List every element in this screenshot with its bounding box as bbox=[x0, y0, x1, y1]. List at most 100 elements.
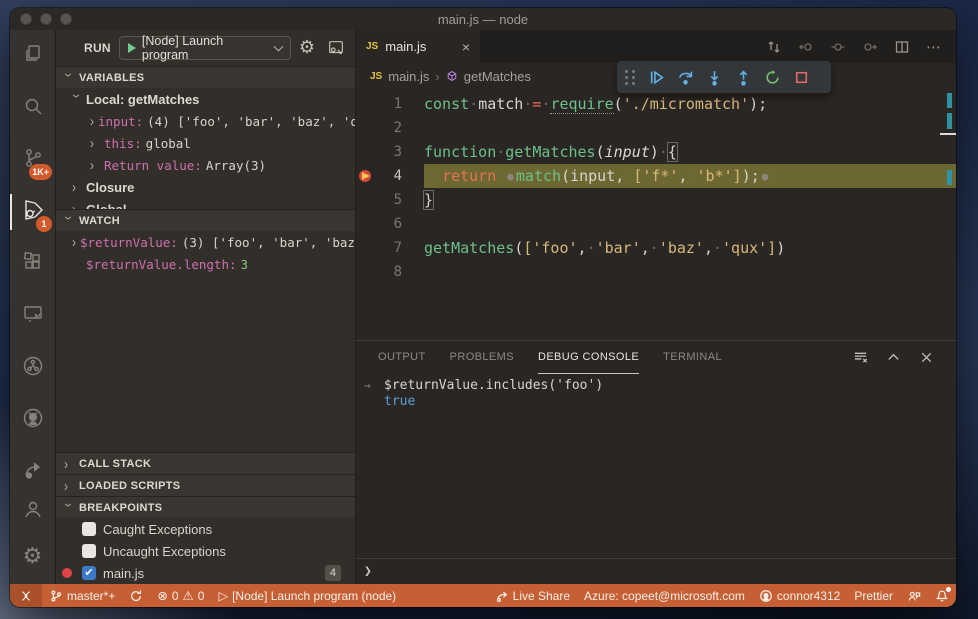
chevron-down-icon bbox=[273, 41, 284, 51]
watch-title: WATCH bbox=[79, 214, 121, 227]
activity-accounts[interactable] bbox=[10, 488, 55, 534]
more-actions-icon[interactable]: ⋯ bbox=[926, 38, 942, 56]
restart-button[interactable] bbox=[758, 63, 787, 91]
step-over-button[interactable] bbox=[671, 63, 700, 91]
console-expression-row: → $returnValue.includes('foo') bbox=[364, 378, 604, 393]
scope-global-row[interactable]: › Global bbox=[56, 198, 355, 209]
step-out-button[interactable] bbox=[729, 63, 758, 91]
chevron-expanded-icon: › bbox=[60, 502, 78, 507]
remote-indicator[interactable] bbox=[10, 584, 42, 607]
glyph-margin[interactable] bbox=[356, 188, 376, 212]
split-editor-icon[interactable] bbox=[894, 39, 910, 55]
overview-ruler[interactable] bbox=[940, 89, 956, 340]
tab-mainjs[interactable]: JS main.js × bbox=[356, 30, 480, 63]
activity-source-control[interactable]: 1K+ bbox=[10, 134, 55, 186]
checkbox-unchecked[interactable] bbox=[82, 544, 96, 558]
watch-row-returnvalue-length[interactable]: $returnValue.length: 3 bbox=[56, 253, 355, 275]
loaded-scripts-section-header[interactable]: › LOADED SCRIPTS bbox=[56, 474, 355, 496]
code-line-4[interactable]: 4 ··return· ● match(input,·['f*',·'b*']); ● bbox=[356, 164, 956, 188]
glyph-margin[interactable] bbox=[356, 140, 376, 164]
configure-launch-gear-icon[interactable]: ⚙ bbox=[299, 39, 315, 57]
tab-terminal[interactable]: TERMINAL bbox=[663, 341, 722, 374]
step-forward-icon[interactable] bbox=[862, 39, 878, 55]
toolbar-drag-handle[interactable] bbox=[621, 69, 642, 85]
maximize-panel-icon[interactable] bbox=[886, 350, 901, 365]
prettier-status[interactable]: Prettier bbox=[847, 584, 900, 607]
live-share-status[interactable]: Live Share bbox=[488, 584, 577, 607]
activity-explorer[interactable] bbox=[10, 30, 55, 82]
activity-azure[interactable] bbox=[10, 342, 55, 394]
scope-local-row[interactable]: › Local: getMatches bbox=[56, 88, 355, 110]
azure-account-status[interactable]: Azure: copeet@microsoft.com bbox=[577, 584, 752, 607]
glyph-margin[interactable] bbox=[356, 212, 376, 236]
breakpoint-mainjs[interactable]: main.js 4 bbox=[56, 562, 355, 584]
scope-closure-row[interactable]: › Closure bbox=[56, 176, 355, 198]
glyph-margin[interactable] bbox=[356, 260, 376, 284]
activity-search[interactable] bbox=[10, 82, 55, 134]
chevron-collapsed-icon: › bbox=[64, 455, 69, 472]
tab-problems[interactable]: PROBLEMS bbox=[450, 341, 514, 374]
clear-console-icon[interactable] bbox=[853, 350, 868, 365]
problems-status[interactable]: ⊗ 0 ⚠ 0 bbox=[150, 584, 211, 607]
breakpoints-section-header[interactable]: › BREAKPOINTS bbox=[56, 496, 355, 518]
sync-status[interactable] bbox=[122, 584, 150, 607]
activity-run-and-debug[interactable]: 1 bbox=[10, 186, 55, 238]
watch-row-returnvalue[interactable]: › $returnValue: (3) ['foo', 'bar', 'baz'… bbox=[56, 231, 355, 253]
activity-github[interactable] bbox=[10, 394, 55, 446]
console-result-row: true bbox=[384, 394, 416, 409]
stop-button[interactable] bbox=[787, 63, 816, 91]
code-line-6[interactable]: 6 bbox=[356, 212, 956, 236]
checkbox-checked[interactable] bbox=[82, 566, 96, 580]
breakpoint-uncaught-exceptions[interactable]: Uncaught Exceptions bbox=[56, 540, 355, 562]
continue-button[interactable] bbox=[642, 63, 671, 91]
code-line-2[interactable]: 2 bbox=[356, 116, 956, 140]
tab-output[interactable]: OUTPUT bbox=[378, 341, 426, 374]
error-icon: ⊗ bbox=[157, 588, 168, 603]
source-control-badge: 1K+ bbox=[29, 164, 52, 180]
tab-debug-console[interactable]: DEBUG CONSOLE bbox=[537, 341, 640, 374]
checkbox-unchecked[interactable] bbox=[82, 522, 96, 536]
open-debug-console-icon[interactable] bbox=[327, 39, 345, 57]
code-line-8[interactable]: 8 bbox=[356, 260, 956, 284]
step-back-icon[interactable] bbox=[798, 39, 814, 55]
glyph-margin[interactable] bbox=[356, 92, 376, 116]
call-stack-section-header[interactable]: › CALL STACK bbox=[56, 452, 355, 474]
breakpoint-current-line-icon[interactable] bbox=[356, 164, 376, 188]
notifications-status[interactable] bbox=[928, 584, 956, 607]
debug-target-status[interactable]: ▷ [Node] Launch program (node) bbox=[211, 584, 403, 607]
variable-row-input[interactable]: › input: (4) ['foo', 'bar', 'baz', 'qux'… bbox=[56, 110, 355, 132]
close-panel-icon[interactable] bbox=[919, 350, 934, 365]
breakpoint-caught-exceptions[interactable]: Caught Exceptions bbox=[56, 518, 355, 540]
variable-row-this[interactable]: › this: global bbox=[56, 132, 355, 154]
breakpoints-title: BREAKPOINTS bbox=[79, 501, 163, 514]
close-tab-icon[interactable]: × bbox=[462, 39, 470, 55]
debug-toolbar bbox=[616, 60, 832, 94]
reverse-continue-icon[interactable] bbox=[830, 39, 846, 55]
chevron-expanded-icon: › bbox=[68, 94, 86, 98]
watch-section-header[interactable]: › WATCH bbox=[56, 209, 355, 231]
variable-row-return-value[interactable]: › Return value: Array(3) bbox=[56, 154, 355, 176]
code-text: function·getMatches(input)·{ bbox=[424, 142, 678, 162]
debug-console-input[interactable]: ❯ bbox=[356, 558, 956, 584]
breadcrumb-file[interactable]: main.js bbox=[388, 69, 429, 84]
glyph-margin[interactable] bbox=[356, 116, 376, 140]
debug-console-output[interactable]: → $returnValue.includes('foo') true bbox=[356, 374, 956, 558]
activity-remote-explorer[interactable] bbox=[10, 290, 55, 342]
variables-section-header[interactable]: › VARIABLES bbox=[56, 66, 355, 88]
code-line-1[interactable]: 1 const·match·=·require('./micromatch'); bbox=[356, 92, 956, 116]
breadcrumb-symbol[interactable]: getMatches bbox=[464, 69, 531, 84]
feedback-status[interactable] bbox=[900, 584, 928, 607]
start-debug-icon[interactable] bbox=[127, 43, 136, 53]
code-line-3[interactable]: 3 function·getMatches(input)·{ bbox=[356, 140, 956, 164]
code-line-5[interactable]: 5} bbox=[356, 188, 956, 212]
git-branch-status[interactable]: master*+ bbox=[42, 584, 122, 607]
activity-settings[interactable]: ⚙ bbox=[10, 534, 55, 580]
open-changes-icon[interactable] bbox=[766, 39, 782, 55]
launch-config-dropdown[interactable]: [Node] Launch program bbox=[118, 34, 291, 62]
activity-extensions[interactable] bbox=[10, 238, 55, 290]
glyph-margin[interactable] bbox=[356, 236, 376, 260]
github-account-status[interactable]: connor4312 bbox=[752, 584, 847, 607]
step-into-button[interactable] bbox=[700, 63, 729, 91]
code-editor[interactable]: 1 const·match·=·require('./micromatch'); 2… bbox=[356, 89, 956, 340]
code-line-7[interactable]: 7 getMatches(['foo',·'bar',·'baz',·'qux']… bbox=[356, 236, 956, 260]
